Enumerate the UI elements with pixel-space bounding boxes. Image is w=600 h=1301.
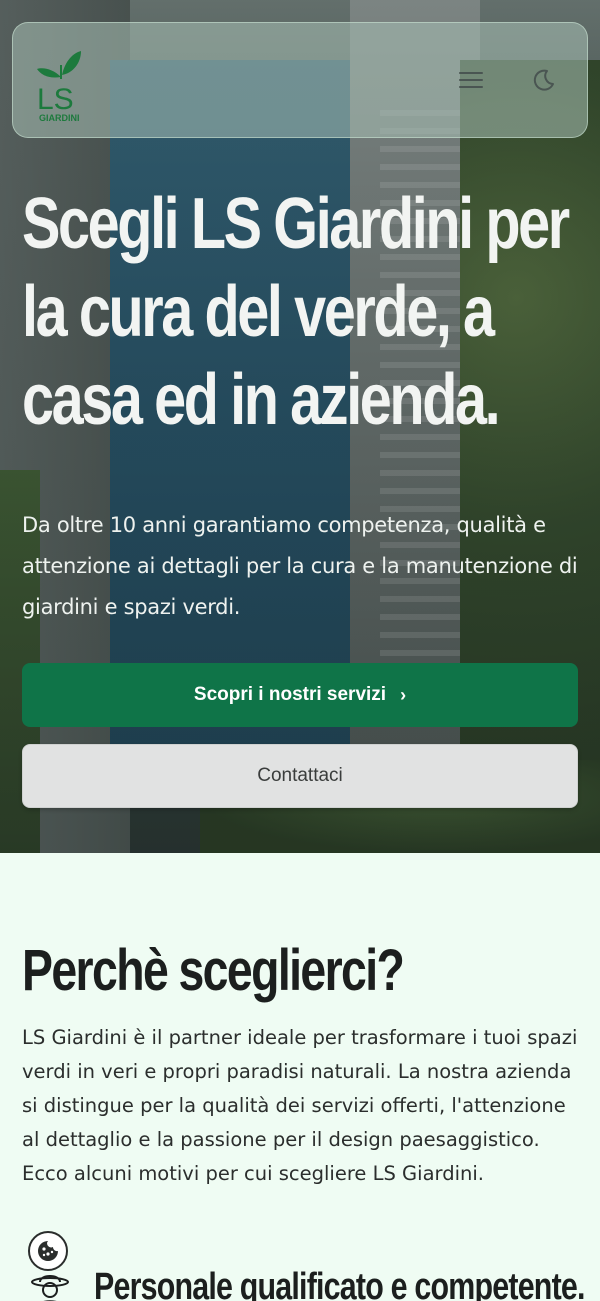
logo[interactable]: LS GIARDINI (35, 39, 85, 125)
feature-title: Personale qualificato e competente. (94, 1266, 585, 1301)
contact-button-label: Contattaci (257, 765, 343, 786)
hamburger-menu-icon[interactable] (457, 67, 485, 95)
logo-word: GIARDINI (39, 113, 80, 123)
hero-title: Scegli LS Giardini per la cura del verde… (22, 184, 570, 440)
leaf-icon (37, 51, 81, 79)
cookie-icon[interactable] (28, 1231, 68, 1271)
logo-letters: LS (37, 83, 74, 116)
moon-icon[interactable] (531, 67, 557, 93)
contact-button[interactable]: Contattaci (22, 744, 578, 808)
services-button[interactable]: Scopri i nostri servizi › (22, 663, 578, 727)
gardener-icon (31, 1275, 69, 1301)
services-button-label: Scopri i nostri servizi (193, 684, 387, 705)
why-text: LS Giardini è il partner ideale per tras… (22, 1026, 578, 1185)
chevron-right-icon: › (400, 684, 407, 705)
hero-subtitle: Da oltre 10 anni garantiamo competenza, … (22, 513, 578, 619)
site-header: LS GIARDINI (12, 22, 588, 138)
hero-section: LS GIARDINI Scegli LS Giardini per la cu… (0, 0, 600, 853)
why-title: Perchè sceglierci? (22, 938, 405, 1003)
